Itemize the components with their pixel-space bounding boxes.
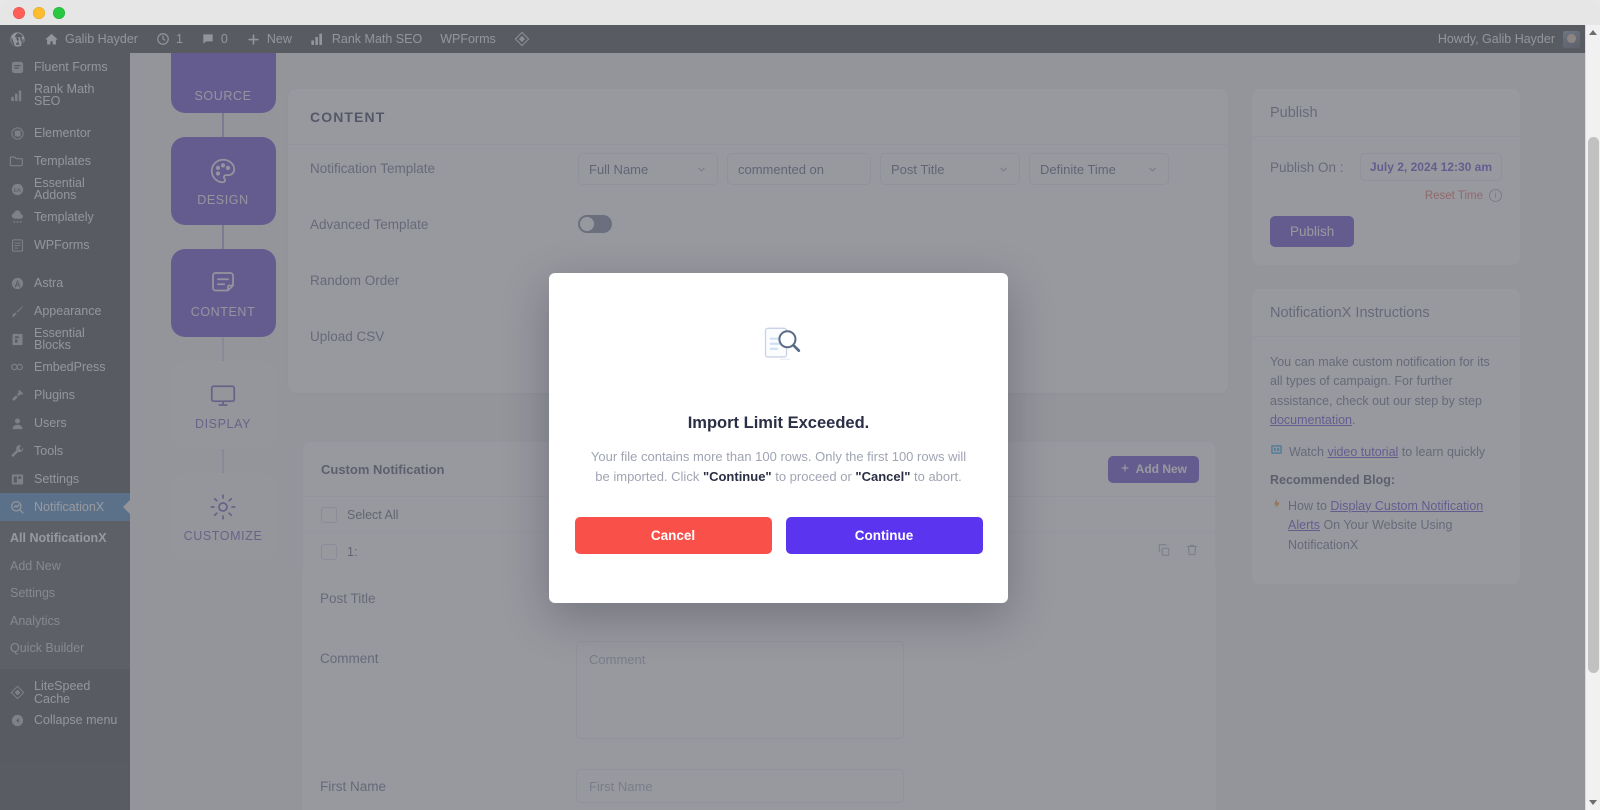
- modal-desc-bold-continue: "Continue": [702, 469, 772, 485]
- browser-window-chrome: [0, 0, 1600, 25]
- modal-desc-bold-cancel: "Cancel": [855, 469, 911, 485]
- modal-title: Import Limit Exceeded.: [687, 414, 870, 432]
- modal-description: Your file contains more than 100 rows. O…: [589, 447, 969, 487]
- document-search-icon: [752, 319, 806, 378]
- cancel-button[interactable]: Cancel: [574, 517, 772, 555]
- import-limit-modal: Import Limit Exceeded. Your file contain…: [549, 273, 1008, 603]
- window-zoom-button[interactable]: [53, 6, 65, 19]
- modal-actions: Cancel Continue: [574, 517, 983, 555]
- page-viewport: Galib Hayder 1 0 New Rank Math SEO: [0, 25, 1600, 810]
- window-minimize-button[interactable]: [33, 6, 45, 19]
- modal-desc-part-2: to proceed or: [771, 469, 856, 485]
- scroll-down-arrow-icon[interactable]: [1589, 800, 1597, 805]
- modal-desc-part-3: to abort.: [910, 469, 962, 485]
- scroll-up-arrow-icon[interactable]: [1589, 30, 1597, 35]
- page-scrollbar[interactable]: [1585, 25, 1600, 810]
- window-close-button[interactable]: [13, 6, 25, 19]
- scrollbar-thumb[interactable]: [1588, 137, 1599, 673]
- continue-button[interactable]: Continue: [785, 517, 983, 555]
